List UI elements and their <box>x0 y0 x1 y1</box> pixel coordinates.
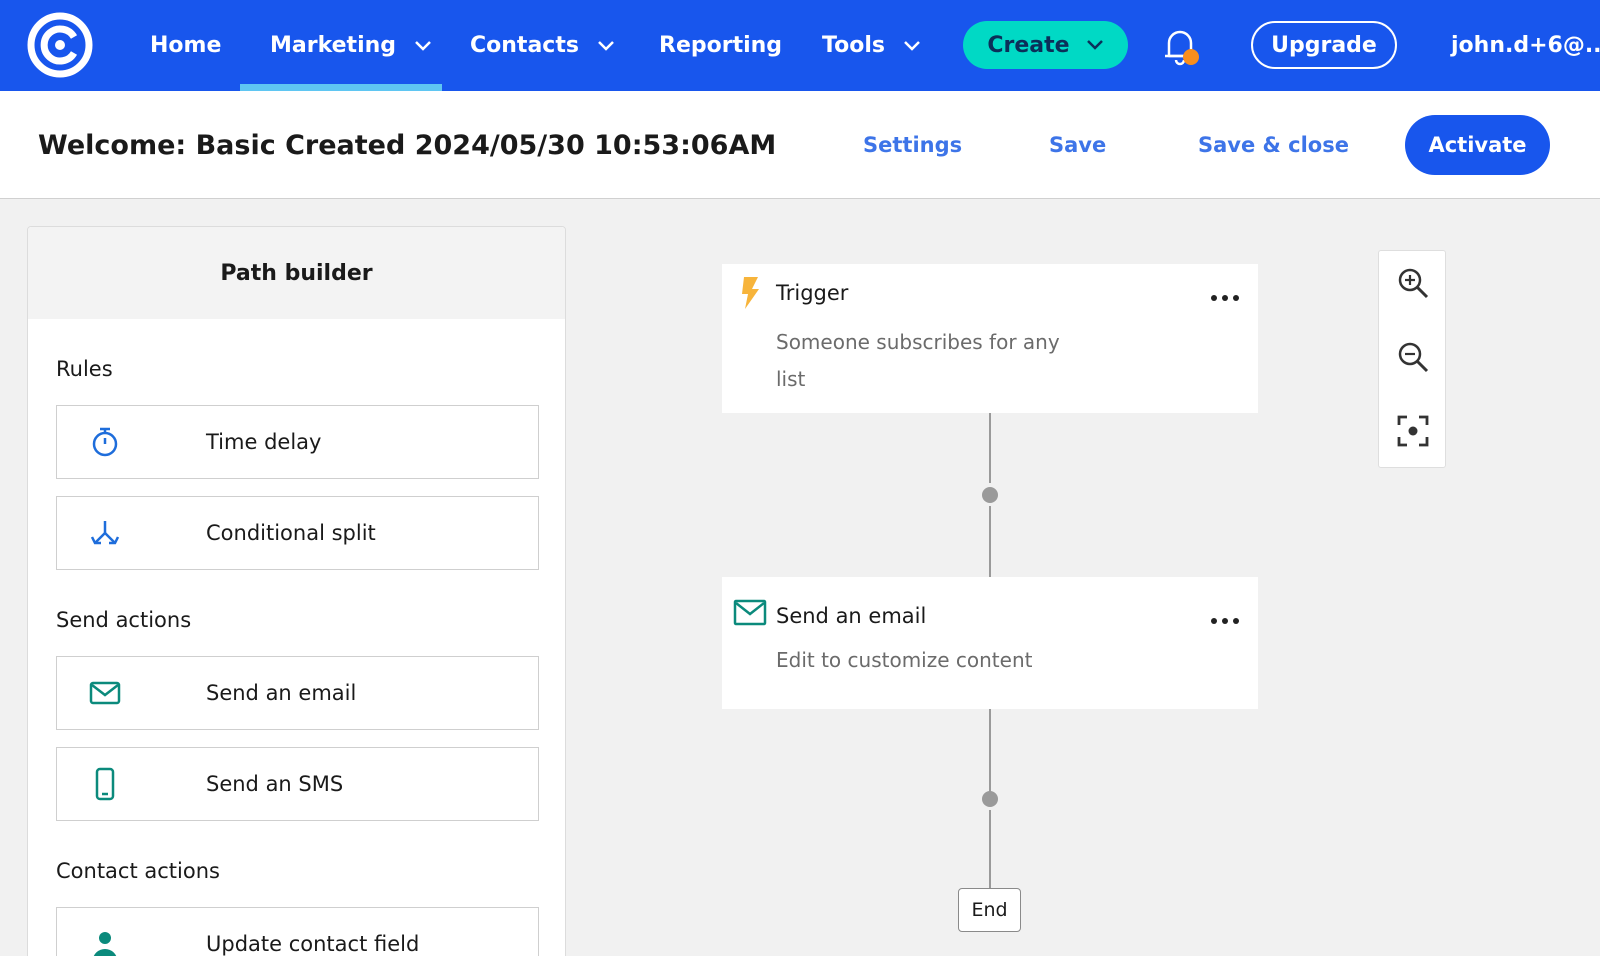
send-email-node[interactable]: Send an email Edit to customize content <box>722 577 1258 709</box>
nav-home[interactable]: Home <box>150 0 221 91</box>
create-button-label: Create <box>987 32 1070 58</box>
send-email-label: Send an email <box>206 681 357 705</box>
logo-icon[interactable] <box>26 11 94 79</box>
nav-reporting[interactable]: Reporting <box>659 0 782 91</box>
connector-line <box>989 506 991 577</box>
section-label-send-actions: Send actions <box>56 608 192 632</box>
add-step-dot[interactable] <box>982 791 998 807</box>
nav-reporting-label: Reporting <box>659 33 783 58</box>
time-delay-item[interactable]: Time delay <box>56 405 539 479</box>
connector-line <box>989 810 991 888</box>
save-close-link[interactable]: Save & close <box>1198 91 1349 199</box>
upgrade-button[interactable]: Upgrade <box>1251 21 1397 69</box>
send-sms-item[interactable]: Send an SMS <box>56 747 539 821</box>
person-icon <box>93 932 117 956</box>
trigger-node-description-line-2: list <box>776 367 806 391</box>
nav-marketing-label: Marketing <box>270 33 397 58</box>
phone-icon <box>95 767 115 801</box>
stopwatch-icon <box>92 427 118 457</box>
add-step-dot[interactable] <box>982 487 998 503</box>
lightning-icon <box>742 277 759 309</box>
send-email-node-title: Send an email <box>776 604 927 628</box>
trigger-node-description: Someone subscribes for any list <box>776 324 1060 398</box>
activate-button-label: Activate <box>1428 133 1527 157</box>
top-navigation: Home Marketing Contacts Reporting Tools … <box>0 0 1600 91</box>
chevron-down-icon <box>904 40 920 51</box>
chevron-down-icon <box>598 40 614 51</box>
user-menu[interactable]: john.d+6@... <box>1451 0 1600 91</box>
nav-tools-label: Tools <box>822 33 885 58</box>
envelope-icon <box>89 681 121 705</box>
page-title: Welcome: Basic Created 2024/05/30 10:53:… <box>38 129 777 161</box>
update-contact-field-label: Update contact field <box>206 932 420 956</box>
envelope-icon <box>733 599 767 626</box>
send-email-item[interactable]: Send an email <box>56 656 539 730</box>
section-label-rules: Rules <box>56 357 113 381</box>
connector-line <box>989 413 991 483</box>
conditional-split-label: Conditional split <box>206 521 376 545</box>
send-email-node-description: Edit to customize content <box>776 648 1033 672</box>
time-delay-label: Time delay <box>206 430 322 454</box>
nav-marketing[interactable]: Marketing <box>270 0 432 91</box>
title-bar: Welcome: Basic Created 2024/05/30 10:53:… <box>0 91 1600 199</box>
create-button[interactable]: Create <box>963 21 1128 69</box>
connector-line <box>989 709 991 792</box>
zoom-controls <box>1378 250 1446 468</box>
section-label-contact-actions: Contact actions <box>56 859 220 883</box>
zoom-out-icon[interactable] <box>1396 340 1430 374</box>
zoom-in-icon[interactable] <box>1396 266 1430 300</box>
upgrade-button-label: Upgrade <box>1271 32 1377 58</box>
trigger-node[interactable]: Trigger Someone subscribes for any list <box>722 264 1258 413</box>
conditional-split-item[interactable]: Conditional split <box>56 496 539 570</box>
save-link[interactable]: Save <box>1049 91 1106 199</box>
user-name: john.d+6@... <box>1451 33 1600 58</box>
panel-title: Path builder <box>28 227 565 319</box>
settings-link[interactable]: Settings <box>863 91 962 199</box>
activate-button[interactable]: Activate <box>1405 115 1550 175</box>
more-options-icon[interactable] <box>1210 617 1240 625</box>
end-node: End <box>958 888 1021 932</box>
update-contact-field-item[interactable]: Update contact field <box>56 907 539 956</box>
path-builder-panel: Path builder Rules Time delay Conditiona… <box>27 226 566 956</box>
nav-tools[interactable]: Tools <box>822 0 921 91</box>
active-tab-indicator <box>240 84 442 91</box>
end-node-label: End <box>971 899 1008 921</box>
chevron-down-icon <box>1086 40 1103 50</box>
fit-to-screen-icon[interactable] <box>1396 414 1430 448</box>
nav-contacts-label: Contacts <box>470 33 579 58</box>
send-sms-label: Send an SMS <box>206 772 344 796</box>
nav-home-label: Home <box>150 33 222 58</box>
trigger-node-description-line-1: Someone subscribes for any <box>776 330 1060 354</box>
chevron-down-icon <box>415 40 431 51</box>
trigger-node-title: Trigger <box>776 281 849 305</box>
nav-contacts[interactable]: Contacts <box>470 0 615 91</box>
more-options-icon[interactable] <box>1210 294 1240 302</box>
split-icon <box>90 521 120 545</box>
notification-bell-icon[interactable] <box>1161 26 1201 68</box>
notification-dot <box>1183 49 1199 65</box>
